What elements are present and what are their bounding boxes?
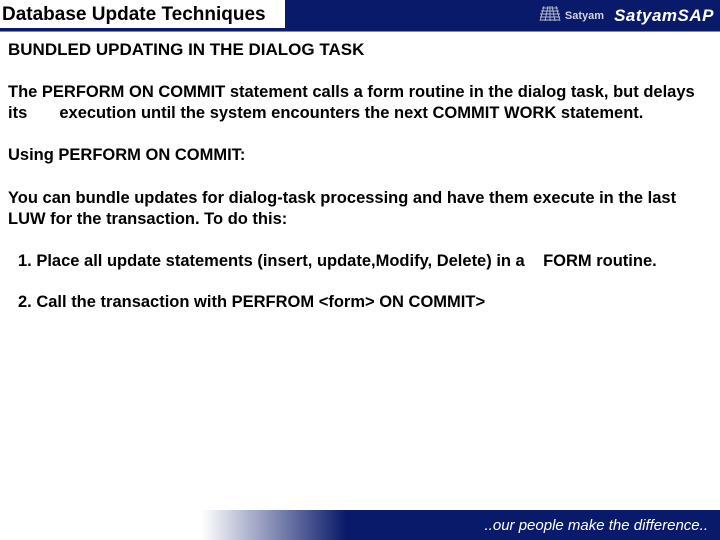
slide-footer: ..our people make the difference..: [0, 510, 720, 540]
satyam-logo-text: Satyam: [565, 10, 604, 22]
satyam-logo-icon: [539, 6, 561, 26]
header-title-wrap: Database Update Techniques: [0, 0, 285, 31]
content-subheading: BUNDLED UPDATING IN THE DIALOG TASK: [8, 40, 712, 60]
content-list-item-2: 2. Call the transaction with PERFROM <fo…: [8, 292, 712, 313]
satyamsap-logo: SatyamSAP: [614, 6, 714, 26]
content-paragraph-2: Using PERFORM ON COMMIT:: [8, 145, 712, 166]
footer-tagline: ..our people make the difference..: [485, 517, 708, 534]
satyam-logo: Satyam: [539, 6, 604, 26]
header-bar: Satyam SatyamSAP: [285, 0, 720, 31]
content-paragraph-3: You can bundle updates for dialog-task p…: [8, 188, 712, 229]
slide-header: Database Update Techniques Satyam: [0, 0, 720, 32]
slide-title: Database Update Techniques: [0, 4, 266, 26]
slide-content: BUNDLED UPDATING IN THE DIALOG TASK The …: [0, 32, 720, 312]
content-list-item-1: 1. Place all update statements (insert, …: [8, 251, 712, 272]
content-paragraph-1: The PERFORM ON COMMIT statement calls a …: [8, 82, 712, 123]
satyamsap-logo-text: SatyamSAP: [614, 6, 714, 25]
